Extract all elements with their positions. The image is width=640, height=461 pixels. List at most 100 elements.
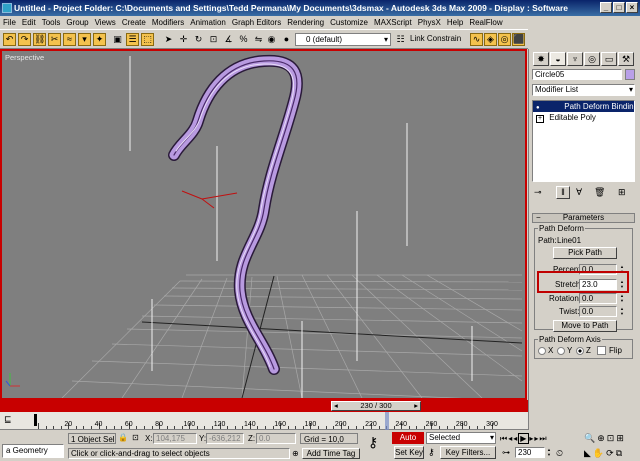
current-frame-marker[interactable] [385,412,389,430]
frame-spinner[interactable]: ▲ ▼ [546,447,552,458]
pin-stack-icon[interactable]: ⊸ [534,187,542,198]
field-of-view-icon[interactable]: ◣ [584,448,593,458]
material-editor-icon[interactable]: ◎ [498,33,511,46]
absolute-mode-icon[interactable]: ⊡ [132,433,139,442]
pan-icon[interactable]: ✋ [593,448,606,458]
move-icon[interactable]: ✛ [177,33,190,46]
menu-views[interactable]: Views [92,16,119,29]
key-filter-icon[interactable]: ⚷ [428,447,435,458]
time-slider-thumb[interactable]: ◂ 230 / 300 ▸ [331,401,421,411]
maximize-viewport-icon[interactable]: ⧉ [616,448,624,458]
selection-filter-icon[interactable]: ▾ [78,33,91,46]
remove-modifier-icon[interactable]: 🗑 [594,187,605,198]
render-scene-icon[interactable]: ▣ [111,33,124,46]
modifier-list-dropdown[interactable]: Modifier List ▾ [532,84,635,96]
expand-plus-icon[interactable]: + [536,115,544,123]
bind-space-warp-icon[interactable]: ≈ [63,33,76,46]
prev-frame-icon[interactable]: ◂ [334,402,338,410]
unlink-icon[interactable]: ✂ [48,33,61,46]
menu-realflow[interactable]: RealFlow [466,16,505,29]
key-icon[interactable]: ⚷ [368,434,378,451]
show-end-result-icon[interactable]: ‖ [556,186,570,199]
rotation-input[interactable]: 0.0 [579,293,617,304]
time-slider-track[interactable] [0,400,528,412]
maximize-button[interactable]: □ [613,2,625,13]
axis-y-radio[interactable] [557,347,565,355]
parameters-rollout-header[interactable]: − Parameters [532,213,635,223]
region-select-icon[interactable]: ⬚ [141,33,154,46]
menu-animation[interactable]: Animation [187,16,229,29]
go-to-start-icon[interactable]: ⏮ [500,434,508,443]
menu-physx[interactable]: PhysX [415,16,444,29]
zoom-all-icon[interactable]: ⊕ [597,433,607,443]
render-setup-icon[interactable]: ⬛ [512,33,525,46]
mirror-icon[interactable]: ⇋ [252,33,265,46]
move-to-path-button[interactable]: Move to Path [553,320,617,332]
modify-tab-icon[interactable]: ◒ [550,52,566,66]
menu-edit[interactable]: Edit [19,16,39,29]
app-icon[interactable] [2,3,12,13]
stack-item-editable-poly[interactable]: + Editable Poly [533,112,634,123]
axis-x-radio[interactable] [538,347,546,355]
menu-tools[interactable]: Tools [39,16,64,29]
select-object-icon[interactable]: ✦ [93,33,106,46]
configure-sets-icon[interactable]: ⊞ [618,187,626,198]
menu-file[interactable]: File [0,16,19,29]
rotate-icon[interactable]: ↻ [192,33,205,46]
menu-graph-editors[interactable]: Graph Editors [229,16,284,29]
object-name-input[interactable]: Circle05 [532,69,622,80]
teapot-icon[interactable]: ● [280,33,293,46]
motion-tab-icon[interactable]: ◎ [584,52,600,66]
twist-input[interactable]: 0.0 [579,306,617,317]
select-by-name-icon[interactable]: ☰ [126,33,139,46]
perspective-viewport[interactable]: Perspective [0,49,527,400]
menu-customize[interactable]: Customize [327,16,371,29]
menu-group[interactable]: Group [63,16,91,29]
undo-icon[interactable]: ↶ [3,33,16,46]
key-set-dropdown[interactable]: Selected ▾ [426,432,496,444]
next-frame-icon[interactable]: ▸ [414,402,418,410]
stack-item-path-deform[interactable]: ● Path Deform Binding (WS) [533,101,634,112]
select-cursor-icon[interactable]: ➤ [162,33,175,46]
menu-modifiers[interactable]: Modifiers [149,16,187,29]
link-icon[interactable]: ⛓ [33,33,46,46]
angle-snap-icon[interactable]: ∡ [222,33,235,46]
set-key-button[interactable]: Set Key [394,446,424,459]
display-tab-icon[interactable]: ▭ [601,52,617,66]
rotation-spinner[interactable]: ▲ ▼ [619,293,625,304]
twist-spinner[interactable]: ▲ ▼ [619,306,625,317]
schematic-view-icon[interactable]: ◈ [484,33,497,46]
y-coordinate-field[interactable]: -636,212 [206,433,244,444]
flip-checkbox[interactable] [597,346,606,355]
x-coordinate-field[interactable]: 104,175 [153,433,197,444]
link-constrain-label[interactable]: Link Constrain [410,34,461,43]
key-mode-toggle-icon[interactable]: ⊶ [502,448,510,457]
key-marker[interactable] [34,414,37,426]
menu-maxscript[interactable]: MAXScript [371,16,415,29]
utilities-tab-icon[interactable]: ⚒ [618,52,634,66]
make-unique-icon[interactable]: ∀ [576,187,582,198]
add-time-tag-button[interactable]: Add Time Tag [302,448,360,459]
go-to-end-icon[interactable]: ⏭ [539,434,547,443]
play-icon[interactable]: ▶ [518,433,530,444]
minimize-button[interactable]: _ [600,2,612,13]
current-frame-field[interactable]: 230 [515,447,545,458]
close-button[interactable]: × [626,2,638,13]
zoom-extents-icon[interactable]: ⊡ [607,433,617,443]
redo-icon[interactable]: ↷ [18,33,31,46]
eye-icon[interactable]: ◉ [265,33,278,46]
orbit-icon[interactable]: ⟳ [606,448,616,458]
track-bar[interactable]: ⊑ 20 40 60 80 100 120 140 160 180 200 220 240 260 280… [0,412,528,430]
time-configuration-icon[interactable]: ⏲ [556,448,563,459]
zoom-icon[interactable]: 🔍 [584,433,597,443]
selection-lock-icon[interactable]: 🔒 [118,433,128,442]
previous-frame-icon[interactable]: ◂◂ [508,434,518,443]
mini-curve-editor-icon[interactable]: ⊑ [4,414,12,425]
hierarchy-tab-icon[interactable]: ♆ [567,52,583,66]
create-tab-icon[interactable]: ✸ [533,52,549,66]
auto-key-button[interactable]: Auto Key [392,432,424,454]
pick-path-button[interactable]: Pick Path [553,247,617,259]
maxscript-listener[interactable]: a Geometry [2,444,64,458]
zoom-extents-all-icon[interactable]: ⊞ [616,433,626,443]
layer-dropdown[interactable]: 0 (default) ▾ [295,33,391,46]
